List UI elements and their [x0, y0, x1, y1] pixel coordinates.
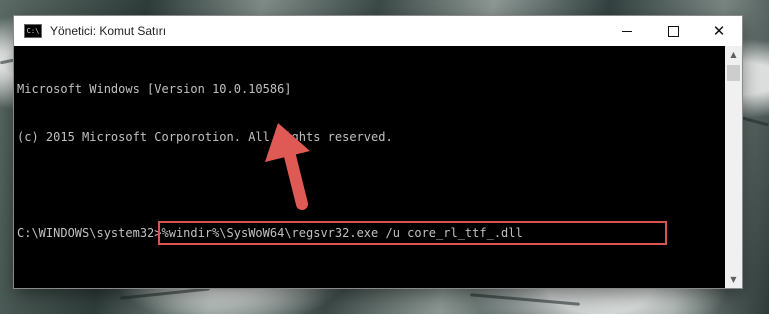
close-icon: ✕	[712, 21, 726, 40]
maximize-button[interactable]	[650, 16, 696, 46]
cmd-icon: C:\	[24, 24, 42, 38]
scroll-up-icon[interactable]: ▲	[725, 46, 742, 63]
command-line[interactable]: C:\WINDOWS\system32>%windir%\SysWoW64\re…	[17, 221, 725, 245]
background-branch	[470, 293, 580, 306]
close-button[interactable]: ✕	[696, 16, 742, 46]
command-prompt-window[interactable]: C:\ Yönetici: Komut Satırı ✕ Microsoft W…	[14, 16, 742, 288]
minimize-icon	[622, 30, 632, 32]
minimize-button[interactable]	[604, 16, 650, 46]
maximize-icon	[667, 25, 679, 37]
console-line: (c) 2015 Microsoft Corporotion. All righ…	[17, 130, 393, 144]
console-line: Microsoft Windows [Version 10.0.10586]	[17, 82, 292, 96]
window-title: Yönetici: Komut Satırı	[50, 24, 167, 38]
background-branch	[742, 116, 769, 127]
scroll-down-icon[interactable]: ▼	[725, 271, 742, 288]
console-output[interactable]: Microsoft Windows [Version 10.0.10586] (…	[14, 46, 725, 288]
scroll-thumb[interactable]	[727, 65, 740, 81]
background-branch	[120, 287, 210, 300]
title-bar[interactable]: C:\ Yönetici: Komut Satırı ✕	[14, 16, 742, 46]
vertical-scrollbar[interactable]: ▲ ▼	[725, 46, 742, 288]
background-branch	[0, 58, 15, 65]
highlighted-command[interactable]: %windir%\SysWoW64\regsvr32.exe /u core_r…	[157, 221, 667, 245]
console-prompt: C:\WINDOWS\system32>	[17, 226, 162, 240]
